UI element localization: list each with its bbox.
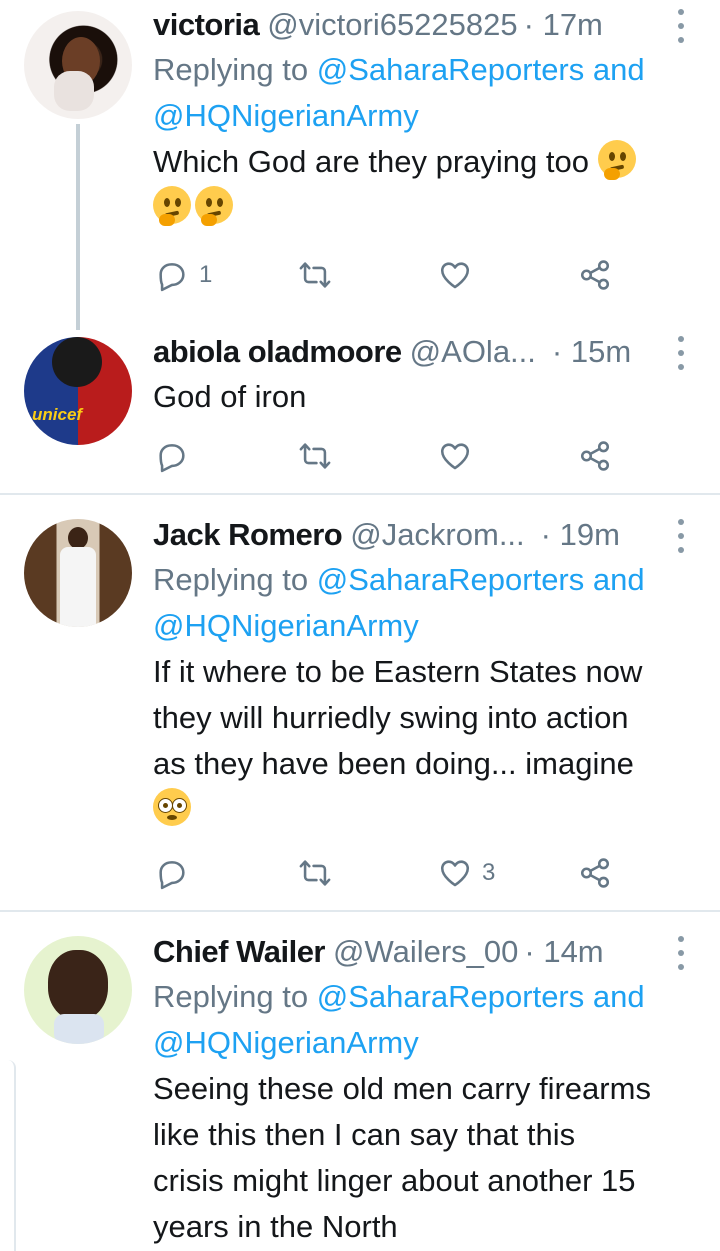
- timestamp[interactable]: · 15m: [552, 330, 631, 374]
- divider: [0, 493, 720, 495]
- reply-count: 1: [199, 261, 213, 288]
- share-button[interactable]: [578, 255, 612, 295]
- tweet-text: Seeing these old men carry firearms like…: [153, 1066, 696, 1250]
- divider: [0, 910, 720, 912]
- mention-link[interactable]: @SaharaReporters: [317, 979, 585, 1014]
- reply-icon: [159, 263, 185, 292]
- user-handle[interactable]: @victori65225825: [267, 3, 517, 47]
- mention-link[interactable]: @HQNigerianArmy: [153, 608, 419, 643]
- tweet-header: Jack Romero @Jackrom... · 19m: [153, 513, 696, 557]
- reply-icon: [159, 861, 185, 890]
- tweet-text-line: years in the North: [153, 1209, 398, 1244]
- tweet-text-line: Seeing these old men carry firearms: [153, 1071, 651, 1106]
- tweet-text-line: like this then I can say that this: [153, 1117, 576, 1152]
- like-button[interactable]: [438, 436, 472, 476]
- display-name[interactable]: Chief Wailer: [153, 930, 326, 974]
- user-handle[interactable]: @Wailers_00: [333, 930, 518, 974]
- share-icon: [580, 441, 610, 471]
- tweet-header: victoria @victori65225825 · 17m: [153, 3, 696, 47]
- mention-link[interactable]: @SaharaReporters: [317, 562, 585, 597]
- tweet-text-line: crisis might linger about another 15: [153, 1163, 636, 1198]
- replying-prefix: Replying to: [153, 979, 309, 1014]
- more-options-icon[interactable]: [676, 336, 686, 370]
- flushed-face-emoji: [153, 788, 191, 826]
- replying-prefix: Replying to: [153, 562, 309, 597]
- retweet-button[interactable]: [298, 853, 332, 893]
- share-button[interactable]: [578, 853, 612, 893]
- tweet-text-body: Which God are they praying too: [153, 144, 589, 179]
- floating-panel-edge: [0, 1060, 16, 1251]
- thinking-face-emoji: [195, 186, 233, 226]
- avatar-victoria[interactable]: [24, 11, 132, 119]
- heart-icon: [440, 443, 470, 470]
- mention-link[interactable]: @HQNigerianArmy: [153, 1025, 419, 1060]
- tweet-text: God of iron: [153, 379, 307, 414]
- reply-button[interactable]: [155, 853, 189, 893]
- like-button[interactable]: [438, 255, 482, 295]
- tweet-header: Chief Wailer @Wailers_00 · 14m: [153, 930, 696, 974]
- retweet-icon: [299, 262, 331, 288]
- mention-link[interactable]: @HQNigerianArmy: [153, 98, 419, 133]
- retweet-icon: [299, 860, 331, 886]
- thinking-face-emoji: [153, 186, 191, 226]
- replying-and: and: [592, 52, 645, 87]
- share-icon: [580, 260, 610, 290]
- avatar-abiola[interactable]: unicef: [24, 337, 132, 445]
- user-handle[interactable]: @AOla...: [410, 330, 536, 374]
- thinking-face-emoji: [597, 140, 636, 180]
- reply-button[interactable]: 1: [155, 255, 212, 295]
- like-button[interactable]: 3: [438, 853, 495, 893]
- retweet-icon: [299, 443, 331, 469]
- replying-to: Replying to @SaharaReporters and @HQNige…: [153, 47, 696, 139]
- retweet-button[interactable]: [298, 436, 332, 476]
- tweet-text: If it where to be Eastern States now the…: [153, 649, 696, 833]
- share-button[interactable]: [578, 436, 612, 476]
- share-icon: [580, 858, 610, 888]
- display-name[interactable]: abiola oladmoore: [153, 330, 402, 374]
- display-name[interactable]: Jack Romero: [153, 513, 343, 557]
- replying-and: and: [592, 979, 645, 1014]
- replying-to: Replying to @SaharaReporters and @HQNige…: [153, 557, 696, 649]
- timestamp[interactable]: · 19m: [541, 513, 620, 557]
- replying-and: and: [592, 562, 645, 597]
- more-options-icon[interactable]: [676, 9, 686, 43]
- user-handle[interactable]: @Jackrom...: [350, 513, 524, 557]
- more-options-icon[interactable]: [676, 519, 686, 553]
- replying-to: Replying to @SaharaReporters and @HQNige…: [153, 974, 696, 1066]
- avatar-jack-romero[interactable]: [24, 519, 132, 627]
- retweet-button[interactable]: [298, 255, 332, 295]
- tweet-text-line: they will hurriedly swing into action: [153, 700, 629, 735]
- timestamp[interactable]: · 17m: [524, 3, 603, 47]
- display-name[interactable]: victoria: [153, 3, 260, 47]
- reply-icon: [159, 444, 185, 473]
- like-count: 3: [482, 859, 496, 886]
- reply-button[interactable]: [155, 436, 189, 476]
- mention-link[interactable]: @SaharaReporters: [317, 52, 585, 87]
- tweet-header: abiola oladmoore @AOla... · 15m: [153, 330, 696, 374]
- replying-prefix: Replying to: [153, 52, 309, 87]
- avatar-chief-wailer[interactable]: [24, 936, 132, 1044]
- more-options-icon[interactable]: [676, 936, 686, 970]
- timestamp[interactable]: · 14m: [524, 930, 603, 974]
- thread-line: [76, 124, 80, 330]
- tweet-text: Which God are they praying too: [153, 139, 696, 231]
- heart-icon: [440, 262, 470, 289]
- tweet-text-line: If it where to be Eastern States now: [153, 654, 643, 689]
- tweet-text-line: as they have been doing... imagine: [153, 746, 634, 781]
- heart-icon: [440, 860, 470, 887]
